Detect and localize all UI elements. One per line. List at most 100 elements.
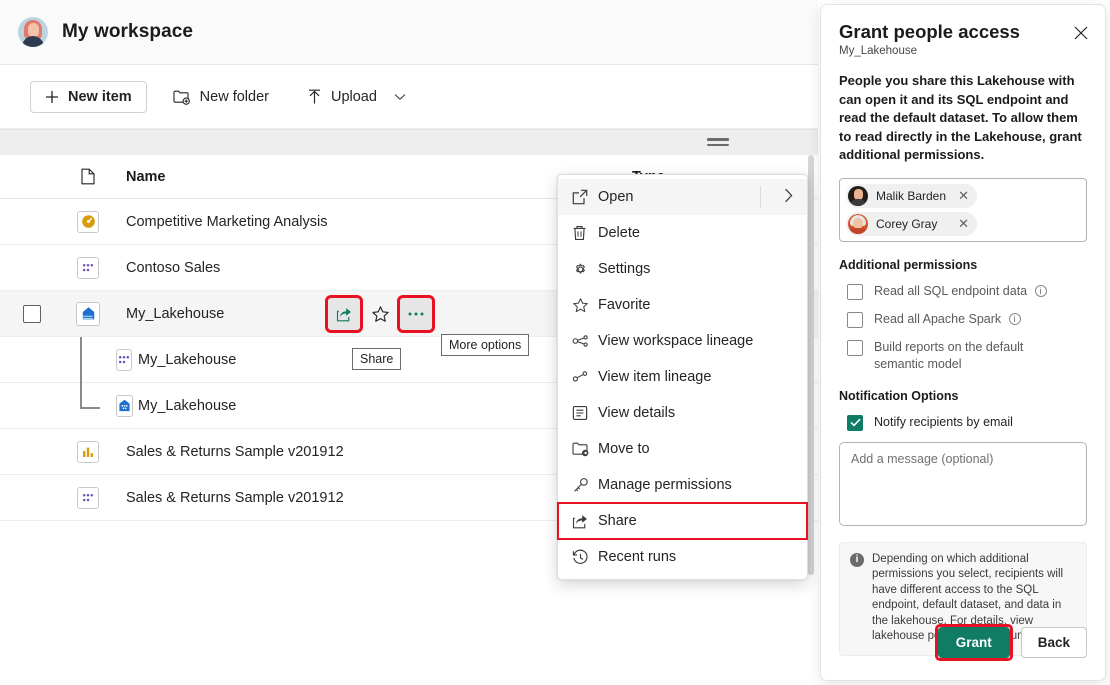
- upload-button[interactable]: Upload: [295, 81, 418, 113]
- app-root: My workspace New item New folder: [0, 0, 1110, 685]
- menu-item-label: Favorite: [598, 297, 797, 313]
- permission-label: Read all Apache Spark: [874, 312, 1001, 326]
- gear-icon: [572, 261, 598, 278]
- row-icon-cell: [64, 487, 112, 509]
- new-folder-icon: [173, 89, 191, 105]
- additional-permissions-title: Additional permissions: [839, 258, 1087, 272]
- panel-resize-band: [0, 129, 818, 155]
- share-tooltip: Share: [352, 348, 401, 370]
- permission-label-wrap: Read all Apache Spark i: [874, 311, 1021, 328]
- people-input[interactable]: Malik Barden ✕ Corey Gray ✕: [839, 178, 1087, 242]
- menu-item-label: Open: [598, 189, 797, 205]
- grant-button-highlight: Grant: [938, 627, 1010, 658]
- workspace-header: My workspace: [0, 0, 818, 65]
- chevron-down-icon[interactable]: [394, 93, 406, 101]
- checkbox[interactable]: [847, 340, 863, 356]
- share-button[interactable]: [328, 298, 360, 330]
- upload-label: Upload: [331, 89, 377, 105]
- remove-person-icon[interactable]: ✕: [958, 216, 969, 232]
- row-name[interactable]: Sales & Returns Sample v201912: [112, 490, 628, 506]
- permission-read-apache-spark[interactable]: Read all Apache Spark i: [839, 311, 1087, 328]
- menu-item-settings[interactable]: Settings: [558, 251, 807, 287]
- menu-item-delete[interactable]: Delete: [558, 215, 807, 251]
- row-checkbox[interactable]: [0, 305, 64, 323]
- favorite-button[interactable]: [364, 298, 396, 330]
- back-button[interactable]: Back: [1021, 627, 1087, 658]
- item-lineage-icon: [572, 370, 598, 384]
- row-name[interactable]: Sales & Returns Sample v201912: [112, 444, 628, 460]
- notify-recipients-row[interactable]: Notify recipients by email: [839, 414, 1087, 431]
- menu-item-manage-permissions[interactable]: Manage permissions: [558, 467, 807, 503]
- avatar: [848, 214, 868, 234]
- person-name: Malik Barden: [876, 189, 958, 203]
- new-item-label: New item: [68, 89, 132, 105]
- row-icon-cell: [64, 441, 112, 463]
- new-item-button[interactable]: New item: [30, 81, 147, 113]
- star-icon: [572, 297, 598, 314]
- tree-connector: [80, 383, 102, 429]
- menu-item-label: Manage permissions: [598, 477, 797, 493]
- menu-item-move-to[interactable]: Move to: [558, 431, 807, 467]
- menu-item-view-details[interactable]: View details: [558, 395, 807, 431]
- open-external-icon: [572, 189, 598, 205]
- drag-handle[interactable]: [707, 138, 729, 149]
- grant-button[interactable]: Grant: [938, 627, 1010, 658]
- vertical-scrollbar[interactable]: [808, 155, 814, 685]
- key-icon: [572, 477, 598, 494]
- row-name[interactable]: Contoso Sales: [112, 260, 628, 276]
- page-title: My workspace: [62, 21, 193, 43]
- message-textarea[interactable]: Add a message (optional): [839, 442, 1087, 526]
- chevron-right-icon[interactable]: [784, 188, 793, 203]
- remove-person-icon[interactable]: ✕: [958, 188, 969, 204]
- report-icon: [77, 441, 99, 463]
- person-pill[interactable]: Corey Gray ✕: [846, 212, 977, 236]
- dashboard-icon: [77, 211, 99, 233]
- menu-item-label: View details: [598, 405, 797, 421]
- info-icon[interactable]: i: [1009, 313, 1021, 325]
- person-pill[interactable]: Malik Barden ✕: [846, 184, 977, 208]
- menu-item-label: Share: [598, 513, 797, 529]
- checkbox[interactable]: [847, 312, 863, 328]
- checkbox-checked[interactable]: [847, 415, 863, 431]
- more-options-button[interactable]: [400, 298, 432, 330]
- menu-item-share[interactable]: Share: [558, 503, 807, 539]
- permission-label: Build reports on the default semantic mo…: [874, 339, 1070, 373]
- permission-build-reports[interactable]: Build reports on the default semantic mo…: [839, 339, 1087, 373]
- row-name[interactable]: Competitive Marketing Analysis: [112, 214, 628, 230]
- menu-item-label: Recent runs: [598, 549, 797, 565]
- panel-title: Grant people access: [839, 21, 1087, 43]
- menu-item-favorite[interactable]: Favorite: [558, 287, 807, 323]
- more-options-tooltip: More options: [441, 334, 529, 356]
- menu-item-label: Delete: [598, 225, 797, 241]
- menu-item-recent-runs[interactable]: Recent runs: [558, 539, 807, 575]
- row-icon-cell: [64, 302, 112, 326]
- panel-description: People you share this Lakehouse with can…: [839, 72, 1087, 165]
- menu-item-view-workspace-lineage[interactable]: View workspace lineage: [558, 323, 807, 359]
- toolbar: New item New folder Upload: [0, 65, 818, 129]
- person-name: Corey Gray: [876, 217, 958, 231]
- checkbox[interactable]: [847, 284, 863, 300]
- permission-read-sql-endpoint[interactable]: Read all SQL endpoint data i: [839, 283, 1087, 300]
- permission-label-wrap: Read all SQL endpoint data i: [874, 283, 1047, 300]
- menu-item-label: Settings: [598, 261, 797, 277]
- menu-item-label: Move to: [598, 441, 797, 457]
- info-icon[interactable]: i: [1035, 285, 1047, 297]
- menu-item-open[interactable]: Open: [558, 179, 807, 215]
- plus-icon: [45, 90, 59, 104]
- new-folder-button[interactable]: New folder: [161, 81, 281, 113]
- avatar: [848, 186, 868, 206]
- row-name[interactable]: My_Lakehouse: [124, 398, 628, 414]
- scrollbar-thumb[interactable]: [808, 155, 814, 575]
- lineage-icon: [572, 334, 598, 348]
- grant-people-access-panel: Grant people access My_Lakehouse People …: [820, 4, 1106, 681]
- menu-item-label: View workspace lineage: [598, 333, 797, 349]
- move-to-folder-icon: [572, 441, 598, 457]
- menu-item-view-item-lineage[interactable]: View item lineage: [558, 359, 807, 395]
- header-icon-cell: [64, 168, 112, 185]
- close-icon[interactable]: [1069, 21, 1093, 45]
- header-name[interactable]: Name: [112, 169, 628, 185]
- notification-options-title: Notification Options: [839, 389, 1087, 403]
- share-icon: [572, 513, 598, 530]
- semantic-model-icon: [77, 257, 99, 279]
- info-icon: i: [850, 553, 864, 567]
